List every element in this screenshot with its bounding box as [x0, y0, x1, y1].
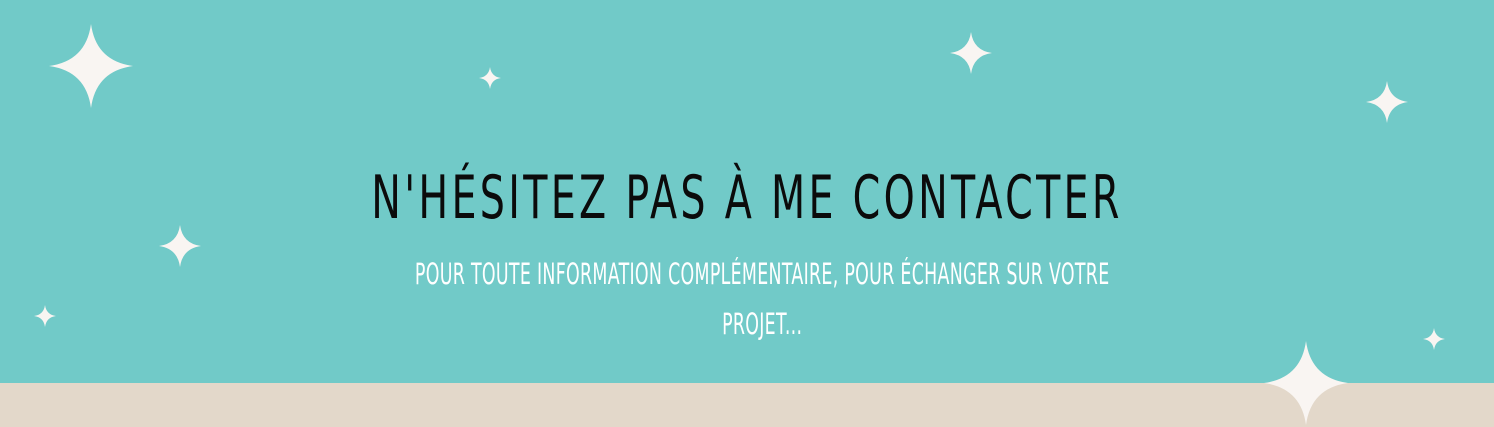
subtitle-line-2: PROJET... [722, 307, 803, 341]
sparkle-icon [34, 305, 56, 327]
sparkle-icon [159, 225, 201, 267]
sparkle-icon [479, 67, 501, 89]
sparkle-icon [1264, 341, 1348, 425]
page-title: N'HÉSITEZ PAS À ME CONTACTER [371, 163, 1123, 233]
sparkle-icon [1423, 328, 1445, 350]
sparkle-icon [950, 32, 992, 74]
subtitle-line-1: POUR TOUTE INFORMATION COMPLÉMENTAIRE, P… [414, 257, 1110, 291]
sparkle-icon [49, 24, 133, 108]
sparkle-icon [1366, 81, 1408, 123]
